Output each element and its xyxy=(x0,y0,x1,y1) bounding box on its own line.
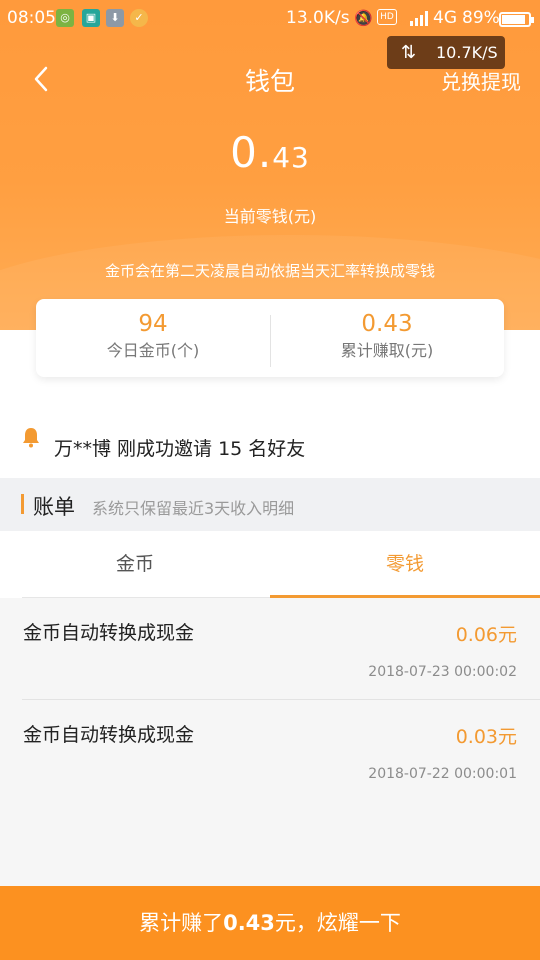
invite-ticker-text: 万**博 刚成功邀请 15 名好友 xyxy=(54,438,306,460)
record-time: 2018-07-22 00:00:01 xyxy=(368,766,517,782)
share-earnings-button[interactable]: 累计赚了0.43元，炫耀一下 xyxy=(0,886,540,960)
total-earned-value: 0.43 xyxy=(361,311,413,337)
balance-amount: 0.43 xyxy=(0,128,540,177)
conversion-notice: 金币会在第二天凌晨自动依据当天汇率转换成零钱 xyxy=(104,262,435,280)
record-time: 2018-07-23 00:00:02 xyxy=(368,664,517,680)
record-description: 金币自动转换成现金 xyxy=(23,724,195,746)
cta-suffix: 元，炫耀一下 xyxy=(274,911,401,935)
today-coins-label: 今日金币(个) xyxy=(106,341,200,360)
balance-label: 当前零钱(元) xyxy=(223,207,317,226)
download-icon: ⬇ xyxy=(106,9,124,27)
list-item: 金币自动转换成现金 0.06元 2018-07-23 00:00:02 xyxy=(0,598,540,700)
cta-prefix: 累计赚了 xyxy=(139,911,224,935)
record-amount: 0.03元 xyxy=(455,726,517,748)
today-coins-value: 94 xyxy=(138,311,168,337)
total-earned-stat: 0.43 累计赚取(元) xyxy=(270,309,504,363)
tab-change[interactable]: 零钱 xyxy=(270,531,540,598)
status-bar: 08:05 ◎ ▣ ⬇ ✓ 13.0K/s 🔕 HD 4G 89% xyxy=(0,0,540,38)
app-icon-2: ✓ xyxy=(130,9,148,27)
app-icon-1: ◎ xyxy=(56,9,74,27)
cta-amount: 0.43 xyxy=(223,911,275,935)
bill-section-header: 账单 系统只保留最近3天收入明细 xyxy=(0,478,540,531)
bill-title: 账单 xyxy=(33,495,75,519)
list-item: 金币自动转换成现金 0.03元 2018-07-22 00:00:01 xyxy=(0,700,540,802)
balance-integer: 0. xyxy=(230,128,273,177)
record-amount: 0.06元 xyxy=(455,624,517,646)
battery-icon xyxy=(499,12,534,27)
qr-icon: ▣ xyxy=(82,9,100,27)
bill-accent-bar xyxy=(21,494,24,514)
balance-decimal: 43 xyxy=(272,141,310,174)
record-list: 金币自动转换成现金 0.06元 2018-07-23 00:00:02 金币自动… xyxy=(0,598,540,886)
bill-subtitle: 系统只保留最近3天收入明细 xyxy=(92,499,295,518)
today-coins-stat: 94 今日金币(个) xyxy=(36,309,270,363)
status-time: 08:05 xyxy=(7,8,56,28)
bell-icon xyxy=(23,428,39,448)
tab-coins[interactable]: 金币 xyxy=(0,531,270,598)
bill-tabs: 金币 零钱 xyxy=(0,531,540,598)
status-battery-pct: 89% xyxy=(462,8,500,28)
status-network: 4G xyxy=(433,8,457,28)
exchange-withdraw-link[interactable]: 兑换提现 xyxy=(441,66,521,95)
status-net-speed: 13.0K/s xyxy=(286,8,350,28)
stats-card: 94 今日金币(个) 0.43 累计赚取(元) xyxy=(36,299,504,377)
hd-icon: HD xyxy=(377,9,397,25)
mute-icon: 🔕 xyxy=(354,9,373,27)
record-description: 金币自动转换成现金 xyxy=(23,622,195,644)
signal-icon xyxy=(402,9,432,27)
total-earned-label: 累计赚取(元) xyxy=(340,341,434,360)
